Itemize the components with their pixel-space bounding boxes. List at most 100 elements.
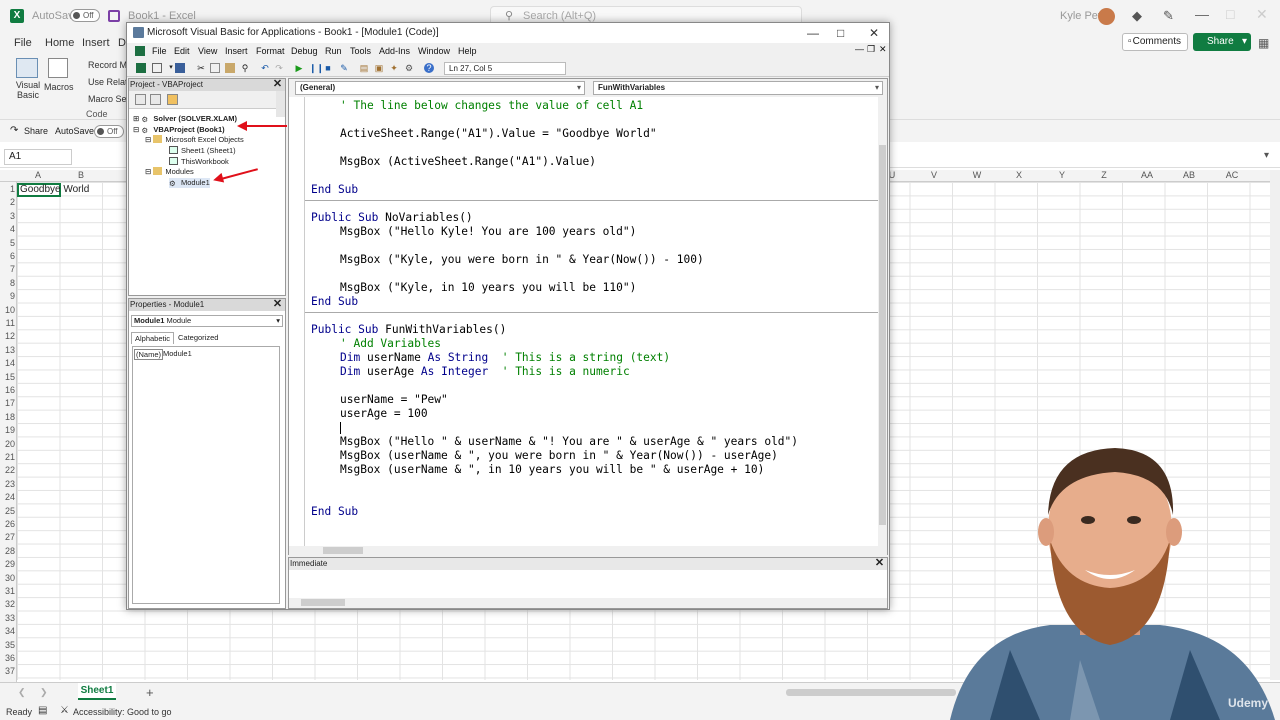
row-header[interactable]: 32 (0, 599, 15, 609)
code-line[interactable]: MsgBox ("Kyle, in 10 years you will be 1… (340, 281, 636, 295)
save-icon[interactable] (108, 10, 120, 22)
quick-autosave-toggle[interactable]: Off (94, 125, 124, 138)
view-object-icon[interactable] (150, 94, 161, 105)
save-icon[interactable] (175, 63, 185, 73)
undo-icon[interactable]: ↶ (260, 63, 270, 73)
code-line[interactable]: Dim userAge As Integer ' This is a numer… (340, 365, 630, 379)
macro-record-icon[interactable]: ▤ (38, 705, 47, 716)
copy-icon[interactable] (210, 63, 220, 73)
row-header[interactable]: 26 (0, 519, 15, 529)
sheet-nav-left-icon[interactable]: ❮ (18, 687, 26, 698)
menu-format[interactable]: Format (256, 46, 285, 56)
code-gutter[interactable] (289, 97, 305, 546)
redo-icon[interactable]: ↷ (274, 63, 284, 73)
code-line[interactable]: MsgBox ("Hello Kyle! You are 100 years o… (340, 225, 636, 239)
column-header[interactable]: AB (1168, 170, 1210, 180)
macros-icon[interactable] (48, 58, 68, 78)
restore-icon[interactable]: □ (1226, 6, 1234, 22)
collapse-icon[interactable]: ⊟ (145, 167, 151, 176)
cut-icon[interactable]: ✂ (196, 63, 206, 73)
code-line[interactable]: MsgBox ("Hello " & userName & "! You are… (340, 435, 798, 449)
procedure-combo[interactable]: FunWithVariables (593, 81, 883, 95)
code-line[interactable]: End Sub (311, 505, 358, 519)
macros-button[interactable]: Macros (44, 82, 74, 92)
code-line[interactable]: userAge = 100 (340, 407, 428, 421)
code-line[interactable]: MsgBox ("Kyle, you were born in " & Year… (340, 253, 704, 267)
menu-run[interactable]: Run (325, 46, 342, 56)
row-header[interactable]: 5 (0, 238, 15, 248)
minimize-icon[interactable]: — (1195, 6, 1209, 22)
code-line[interactable]: MsgBox (userName & ", you were born in "… (340, 449, 778, 463)
menu-insert[interactable]: Insert (225, 46, 248, 56)
name-box[interactable]: A1 (4, 149, 72, 165)
reset-icon[interactable]: ■ (323, 63, 333, 73)
row-header[interactable]: 34 (0, 626, 15, 636)
cell-a1[interactable]: Goodbye World (17, 183, 89, 197)
property-name-value[interactable]: Module1 (163, 349, 192, 358)
row-header[interactable]: 1 (0, 184, 15, 194)
code-horizontal-scrollbar[interactable] (289, 546, 887, 555)
collapse-icon[interactable]: ⊟ (145, 135, 151, 144)
menu-view[interactable]: View (198, 46, 217, 56)
row-header[interactable]: 30 (0, 573, 15, 583)
toggle-folders-icon[interactable] (167, 94, 178, 105)
row-header[interactable]: 14 (0, 358, 15, 368)
row-header[interactable]: 16 (0, 385, 15, 395)
row-header[interactable]: 6 (0, 251, 15, 261)
row-header[interactable]: 12 (0, 331, 15, 341)
column-header[interactable]: AA (1126, 170, 1168, 180)
row-header[interactable]: 7 (0, 264, 15, 274)
close-icon[interactable]: ✕ (1256, 6, 1268, 23)
code-line[interactable]: ActiveSheet.Range("A1").Value = "Goodbye… (340, 127, 657, 141)
row-header[interactable]: 31 (0, 586, 15, 596)
code-vertical-scrollbar[interactable] (878, 97, 887, 546)
child-minimize-icon[interactable]: — (855, 44, 864, 54)
row-header[interactable]: 21 (0, 452, 15, 462)
properties-window-icon[interactable]: ▣ (374, 63, 384, 73)
code-line[interactable]: MsgBox (userName & ", in 10 years you wi… (340, 463, 764, 477)
column-header[interactable]: V (913, 170, 955, 180)
macro-security-button[interactable]: Macro Sec (88, 94, 131, 104)
property-name-key[interactable]: (Name) (134, 349, 164, 360)
scroll-thumb[interactable] (879, 145, 886, 525)
properties-object-select[interactable]: Module1 Module ▾ (131, 315, 283, 327)
immediate-close-icon[interactable]: ✕ (874, 558, 885, 569)
code-line[interactable]: End Sub (311, 183, 358, 197)
sheet-tab-sheet1[interactable]: Sheet1 (78, 683, 116, 700)
code-line[interactable]: MsgBox (ActiveSheet.Range("A1").Value) (340, 155, 596, 169)
row-header[interactable]: 18 (0, 412, 15, 422)
column-header[interactable]: W (956, 170, 998, 180)
diamond-icon[interactable]: ◆ (1132, 8, 1142, 24)
pen-icon[interactable]: ✎ (1163, 8, 1174, 24)
tab-insert[interactable]: Insert (82, 37, 110, 49)
menu-file[interactable]: File (152, 46, 167, 56)
sheet-nav-right-icon[interactable]: ❯ (40, 687, 48, 698)
toolbox-icon[interactable]: ⚙ (404, 63, 414, 73)
project-pane-close-icon[interactable]: ✕ (272, 79, 283, 90)
tab-alphabetic[interactable]: Alphabetic (131, 332, 175, 344)
column-header[interactable]: Z (1083, 170, 1125, 180)
share-button[interactable]: Share ▾ (1193, 33, 1251, 51)
break-icon[interactable]: ❙❙ (309, 63, 324, 73)
immediate-scrollbar[interactable] (289, 598, 887, 608)
row-header[interactable]: 29 (0, 559, 15, 569)
row-header[interactable]: 27 (0, 532, 15, 542)
vba-close-icon[interactable]: ✕ (869, 23, 879, 43)
tree-item-modules[interactable]: ⊟ Modules (145, 167, 194, 177)
column-header[interactable]: Y (1041, 170, 1083, 180)
scroll-thumb[interactable] (323, 547, 363, 554)
menu-tools[interactable]: Tools (350, 46, 371, 56)
collapse-icon[interactable]: ⊟ (133, 125, 139, 134)
tab-categorized[interactable]: Categorized (175, 332, 221, 343)
run-icon[interactable]: ▶ (294, 63, 304, 73)
project-explorer-icon[interactable]: ▤ (359, 63, 369, 73)
row-header[interactable]: 19 (0, 425, 15, 435)
row-header[interactable]: 23 (0, 479, 15, 489)
menu-add-ins[interactable]: Add-Ins (379, 46, 410, 56)
row-header[interactable]: 35 (0, 640, 15, 650)
tree-item-excel-objects[interactable]: ⊟ Microsoft Excel Objects (145, 135, 244, 145)
column-header[interactable]: AC (1211, 170, 1253, 180)
paste-icon[interactable] (225, 63, 235, 73)
help-icon[interactable]: ? (424, 63, 434, 73)
comments-button[interactable]: ▫ Comments (1122, 33, 1188, 51)
